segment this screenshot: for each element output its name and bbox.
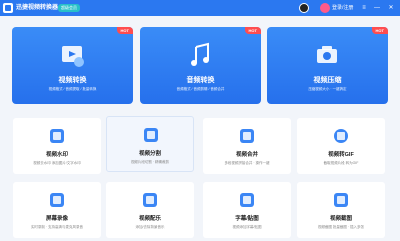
music-desc: 添加/去除背景音乐 xyxy=(135,225,165,229)
vip-badge[interactable]: 超级会员 xyxy=(58,4,80,12)
screenshot-card[interactable]: 视频截图 视频截图 批量截图 · 插入多张 xyxy=(297,182,385,238)
record-icon xyxy=(50,193,64,207)
hot-badge: HOT xyxy=(116,27,133,34)
minimize-icon[interactable]: — xyxy=(372,3,382,13)
gif-card[interactable]: 视频转GIF 截取视频片段 转为GIF xyxy=(297,118,385,174)
menu-icon[interactable]: ≡ xyxy=(359,3,369,13)
avatar[interactable] xyxy=(299,3,309,13)
title-bar: 迅捷视频转换器 超级会员 登录/注册 ≡ — ✕ xyxy=(0,0,400,16)
video-convert-card[interactable]: HOT 视频转换 视频格式 / 音频提取 / 批量转换 xyxy=(12,27,133,104)
screenshot-title: 视频截图 xyxy=(329,216,352,222)
audio-convert-desc: 音频格式 / 音频剪辑 / 音频合并 xyxy=(176,87,225,91)
hot-badge: HOT xyxy=(371,27,388,34)
audio-convert-card[interactable]: HOT 音频转换 音频格式 / 音频剪辑 / 音频合并 xyxy=(140,27,261,104)
gif-icon xyxy=(334,129,348,143)
watermark-icon xyxy=(50,129,64,143)
video-convert-icon xyxy=(62,46,84,67)
login-link[interactable]: 登录/注册 xyxy=(332,3,353,13)
split-desc: 视频片段切割 · 精确裁剪 xyxy=(130,160,170,164)
video-compress-icon xyxy=(317,46,337,63)
merge-icon xyxy=(240,129,254,143)
video-compress-desc: 压缩视频大小 · 一键搞定 xyxy=(308,87,347,91)
merge-card[interactable]: 视频合并 多段视频拼接合并 · 操作一键 xyxy=(203,118,291,174)
audio-convert-icon xyxy=(191,42,209,66)
split-title: 视频分割 xyxy=(138,151,161,157)
merge-title: 视频合并 xyxy=(235,152,258,158)
record-title: 屏幕录像 xyxy=(45,216,68,222)
music-title: 视频配乐 xyxy=(138,216,161,222)
video-compress-card[interactable]: HOT 视频压缩 压缩视频大小 · 一键搞定 xyxy=(267,27,388,104)
split-icon xyxy=(144,128,158,142)
music-icon xyxy=(143,193,157,207)
video-convert-title: 视频转换 xyxy=(58,77,87,84)
subtitle-card[interactable]: 字幕/贴图 视频添加字幕/贴图 xyxy=(203,182,291,238)
app-logo-icon xyxy=(3,3,13,13)
record-card[interactable]: 屏幕录像 实时录制 · 支持高清与麦克风录音 xyxy=(13,182,101,238)
hot-badge: HOT xyxy=(244,27,261,34)
video-compress-title: 视频压缩 xyxy=(313,77,342,84)
music-card[interactable]: 视频配乐 添加/去除背景音乐 xyxy=(106,182,194,238)
audio-convert-title: 音频转换 xyxy=(186,77,215,84)
merge-desc: 多段视频拼接合并 · 操作一键 xyxy=(224,161,270,165)
close-icon[interactable]: ✕ xyxy=(386,3,396,13)
gif-desc: 截取视频片段 转为GIF xyxy=(323,161,359,165)
subtitle-title: 字幕/贴图 xyxy=(235,216,259,222)
watermark-card[interactable]: 视频水印 视频去水印 添加图片/文字水印 xyxy=(13,118,101,174)
record-desc: 实时录制 · 支持高清与麦克风录音 xyxy=(30,225,84,229)
split-card[interactable]: 视频分割 视频片段切割 · 精确裁剪 xyxy=(106,116,194,172)
gif-title: 视频转GIF xyxy=(328,152,354,158)
screenshot-icon xyxy=(334,193,348,207)
screenshot-desc: 视频截图 批量截图 · 插入多张 xyxy=(317,225,365,229)
app-title: 迅捷视频转换器 xyxy=(16,5,59,11)
video-convert-desc: 视频格式 / 音频提取 / 批量转换 xyxy=(48,87,97,91)
subtitle-icon xyxy=(240,193,254,207)
watermark-title: 视频水印 xyxy=(45,152,68,158)
watermark-desc: 视频去水印 添加图片/文字水印 xyxy=(33,161,81,165)
subtitle-desc: 视频添加字幕/贴图 xyxy=(232,225,262,229)
customer-service-icon[interactable] xyxy=(320,3,330,13)
